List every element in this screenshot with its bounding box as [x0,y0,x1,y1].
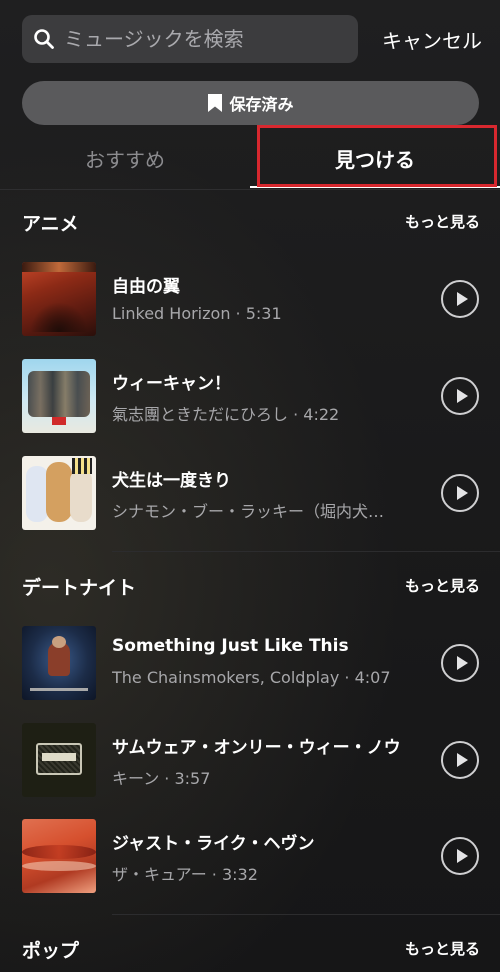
track-row[interactable]: サムウェア・オンリー・ウィー・ノウ キーン · 3:57 [0,723,500,803]
see-more-date-night[interactable]: もっと見る [405,575,480,596]
track-row[interactable]: ウィーキャン！ 氣志團ときただにひろし · 4:22 [0,359,500,439]
track-artist-duration: シナモン・ブー・ラッキー（堀内犬… [112,502,385,521]
see-more-pop[interactable]: もっと見る [405,938,480,959]
section-title-date-night: デートナイト [22,577,137,599]
play-icon[interactable] [441,280,479,318]
album-art [22,359,96,433]
track-artist-duration: The Chainsmokers, Coldplay · 4:07 [112,668,391,687]
track-title: 犬生は一度きり [112,471,231,491]
search-icon [34,29,54,49]
section-title-pop: ポップ [22,940,80,962]
play-icon[interactable] [441,644,479,682]
album-art [22,819,96,893]
cancel-button[interactable]: キャンセル [382,25,482,54]
album-art [22,262,96,336]
album-art [22,456,96,530]
album-art [22,626,96,700]
track-title: 自由の翼 [112,277,180,297]
play-icon[interactable] [441,837,479,875]
section-title-anime: アニメ [22,213,79,235]
see-more-anime[interactable]: もっと見る [405,211,480,232]
track-title: ジャスト・ライク・ヘヴン [112,834,315,854]
track-row[interactable]: ジャスト・ライク・ヘヴン ザ・キュアー · 3:32 [0,819,500,899]
album-art [22,723,96,797]
track-row[interactable]: 自由の翼 Linked Horizon · 5:31 [0,262,500,342]
bookmark-icon [208,94,223,112]
section-divider [112,914,500,915]
tab-recommended[interactable]: おすすめ [0,128,250,188]
play-icon[interactable] [441,741,479,779]
tabs-divider [0,189,500,190]
music-search-screen: キャンセル 保存済み おすすめ 見つける アニメ もっと見る 自由の翼 Link… [0,0,500,972]
saved-button[interactable]: 保存済み [22,81,479,125]
track-artist-duration: ザ・キュアー · 3:32 [112,865,258,884]
play-icon[interactable] [441,474,479,512]
track-title: Something Just Like This [112,636,349,656]
play-icon[interactable] [441,377,479,415]
track-row[interactable]: Something Just Like This The Chainsmoker… [0,626,500,706]
track-artist-duration: Linked Horizon · 5:31 [112,304,282,323]
search-input[interactable] [64,15,344,63]
track-artist-duration: 氣志團ときただにひろし · 4:22 [112,405,340,424]
track-row[interactable]: 犬生は一度きり シナモン・ブー・ラッキー（堀内犬… [0,456,500,536]
search-field[interactable] [22,15,358,63]
search-row: キャンセル [22,15,482,63]
saved-button-label: 保存済み [229,95,294,114]
track-title: サムウェア・オンリー・ウィー・ノウ [112,738,401,758]
tab-highlight-box [257,125,497,187]
track-title: ウィーキャン！ [112,374,231,394]
section-divider [112,551,500,552]
track-artist-duration: キーン · 3:57 [112,769,211,788]
